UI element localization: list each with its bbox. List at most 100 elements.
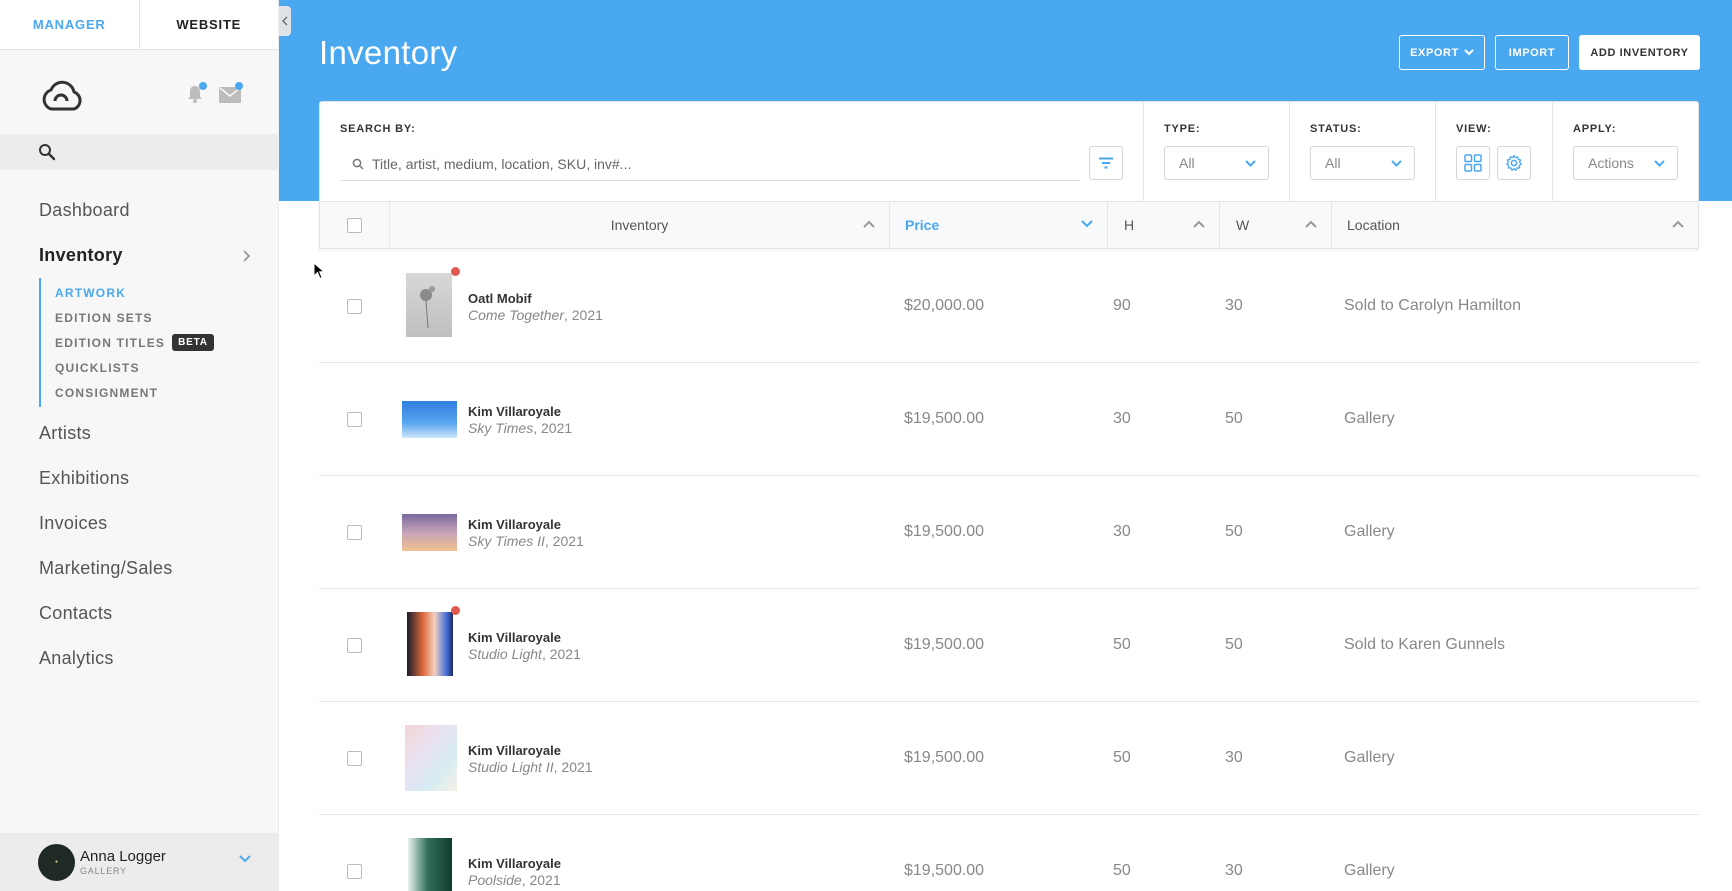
nav-marketing-sales[interactable]: Marketing/Sales [0, 546, 279, 591]
nav-exhibitions[interactable]: Exhibitions [0, 456, 279, 501]
select-all-checkbox[interactable] [347, 217, 362, 233]
user-name: Anna Logger [80, 848, 166, 865]
grid-view-button[interactable] [1456, 146, 1490, 180]
artwork-thumbnail[interactable] [406, 267, 460, 342]
artwork-image [408, 838, 452, 891]
tab-manager[interactable]: MANAGER [0, 0, 140, 49]
chevron-up-icon [863, 220, 875, 228]
nav-analytics[interactable]: Analytics [0, 636, 279, 681]
table-row[interactable]: Oatl Mobif Come Together, 2021 $20,000.0… [319, 250, 1699, 363]
subnav-quicklists[interactable]: QUICKLISTS [55, 355, 279, 380]
search-section: SEARCH BY: [320, 102, 1144, 202]
user-role: GALLERY [80, 866, 127, 876]
search-field[interactable] [340, 147, 1080, 181]
col-h-label: H [1124, 217, 1135, 233]
artwork-title: Sky Times II, 2021 [468, 533, 584, 549]
add-inventory-button[interactable]: ADD INVENTORY [1579, 35, 1700, 70]
price-cell: $19,500.00 [904, 749, 985, 766]
view-settings-button[interactable] [1497, 146, 1531, 180]
user-menu[interactable]: ● Anna Logger GALLERY [0, 833, 279, 891]
price-cell: $19,500.00 [904, 636, 985, 653]
artist-name: Kim Villaroyale [468, 517, 561, 532]
nav-contacts[interactable]: Contacts [0, 591, 279, 636]
artist-name: Kim Villaroyale [468, 743, 561, 758]
row-checkbox[interactable] [347, 299, 362, 314]
artwork-thumbnail[interactable] [402, 514, 457, 556]
artwork-image [406, 273, 452, 337]
advanced-filter-button[interactable] [1089, 146, 1123, 180]
status-section: STATUS: All [1290, 102, 1436, 202]
row-checkbox[interactable] [347, 412, 362, 427]
nav-dashboard[interactable]: Dashboard [0, 188, 279, 233]
actions-select[interactable]: Actions [1573, 146, 1678, 180]
nav-inventory[interactable]: Inventory [0, 233, 279, 278]
subnav-edition-titles[interactable]: EDITION TITLES BETA [55, 330, 279, 355]
chevron-down-icon [1081, 220, 1093, 228]
table-row[interactable]: Kim Villaroyale Sky Times II, 2021 $19,5… [319, 476, 1699, 589]
search-icon [352, 158, 364, 170]
artwork-title: Come Together, 2021 [468, 307, 603, 323]
chevron-down-icon [1654, 159, 1665, 167]
status-select[interactable]: All [1310, 146, 1415, 180]
chevron-right-icon [243, 249, 251, 262]
col-w[interactable]: W [1220, 202, 1332, 248]
artwork-title: Poolside, 2021 [468, 872, 561, 888]
col-location[interactable]: Location [1332, 202, 1698, 248]
height-cell: 30 [1113, 410, 1131, 427]
col-price[interactable]: Price [890, 202, 1108, 248]
year-text: , 2021 [544, 533, 584, 549]
table-row[interactable]: Kim Villaroyale Studio Light, 2021 $19,5… [319, 589, 1699, 702]
subnav-artwork[interactable]: ARTWORK [55, 280, 279, 305]
year-text: , 2021 [521, 872, 561, 888]
chevron-up-icon [1305, 220, 1317, 228]
subnav-edition-sets[interactable]: EDITION SETS [55, 305, 279, 330]
page-header: Inventory EXPORT IMPORT ADD INVENTORY SE… [279, 0, 1732, 202]
table-row[interactable]: Kim Villaroyale Sky Times, 2021 $19,500.… [319, 363, 1699, 476]
row-checkbox[interactable] [347, 751, 362, 766]
main-content: Inventory EXPORT IMPORT ADD INVENTORY SE… [279, 0, 1732, 891]
artwork-thumbnail[interactable] [405, 725, 457, 796]
nav-invoices[interactable]: Invoices [0, 501, 279, 546]
sidebar: MANAGER WEBSITE Dashboard Inventory ARTW… [0, 0, 279, 891]
filter-bar: SEARCH BY: TYPE: [319, 101, 1699, 202]
artwork-thumbnail[interactable] [402, 401, 457, 443]
artwork-thumbnail[interactable] [407, 606, 460, 681]
table-header: Inventory Price H W Location [319, 201, 1699, 249]
title-text: Studio Light II [468, 759, 554, 775]
nav-artists[interactable]: Artists [0, 411, 279, 456]
col-inventory[interactable]: Inventory [390, 202, 890, 248]
table-row[interactable]: Kim Villaroyale Studio Light II, 2021 $1… [319, 702, 1699, 815]
sold-indicator [451, 267, 460, 276]
col-w-label: W [1236, 217, 1250, 233]
row-checkbox[interactable] [347, 638, 362, 653]
status-label: STATUS: [1310, 123, 1362, 135]
cloud-logo-icon [42, 80, 82, 111]
export-button[interactable]: EXPORT [1399, 35, 1485, 70]
mouse-cursor-icon [313, 262, 325, 280]
tab-website[interactable]: WEBSITE [140, 0, 279, 49]
col-h[interactable]: H [1108, 202, 1220, 248]
artwork-image [402, 514, 457, 551]
beta-badge: BETA [172, 334, 214, 351]
width-cell: 50 [1225, 410, 1243, 427]
chevron-down-icon[interactable] [239, 855, 251, 863]
table-row[interactable]: Kim Villaroyale Poolside, 2021 $19,500.0… [319, 815, 1699, 891]
col-location-label: Location [1347, 217, 1400, 233]
artwork-thumbnail[interactable] [408, 838, 452, 891]
sidebar-search[interactable] [0, 134, 279, 170]
height-cell: 30 [1113, 523, 1131, 540]
chevron-down-icon [1464, 49, 1474, 56]
type-select[interactable]: All [1164, 146, 1269, 180]
import-button[interactable]: IMPORT [1495, 35, 1569, 70]
chevron-down-icon [1391, 159, 1402, 167]
collapse-sidebar-button[interactable] [279, 6, 291, 36]
location-cell: Gallery [1344, 862, 1395, 879]
title-text: Come Together [468, 307, 564, 323]
width-cell: 50 [1225, 636, 1243, 653]
nav-label: Artists [39, 423, 92, 443]
row-checkbox[interactable] [347, 525, 362, 540]
search-input[interactable] [372, 155, 1072, 172]
row-checkbox[interactable] [347, 864, 362, 879]
inventory-table: Oatl Mobif Come Together, 2021 $20,000.0… [319, 250, 1699, 891]
subnav-consignment[interactable]: CONSIGNMENT [55, 380, 279, 405]
